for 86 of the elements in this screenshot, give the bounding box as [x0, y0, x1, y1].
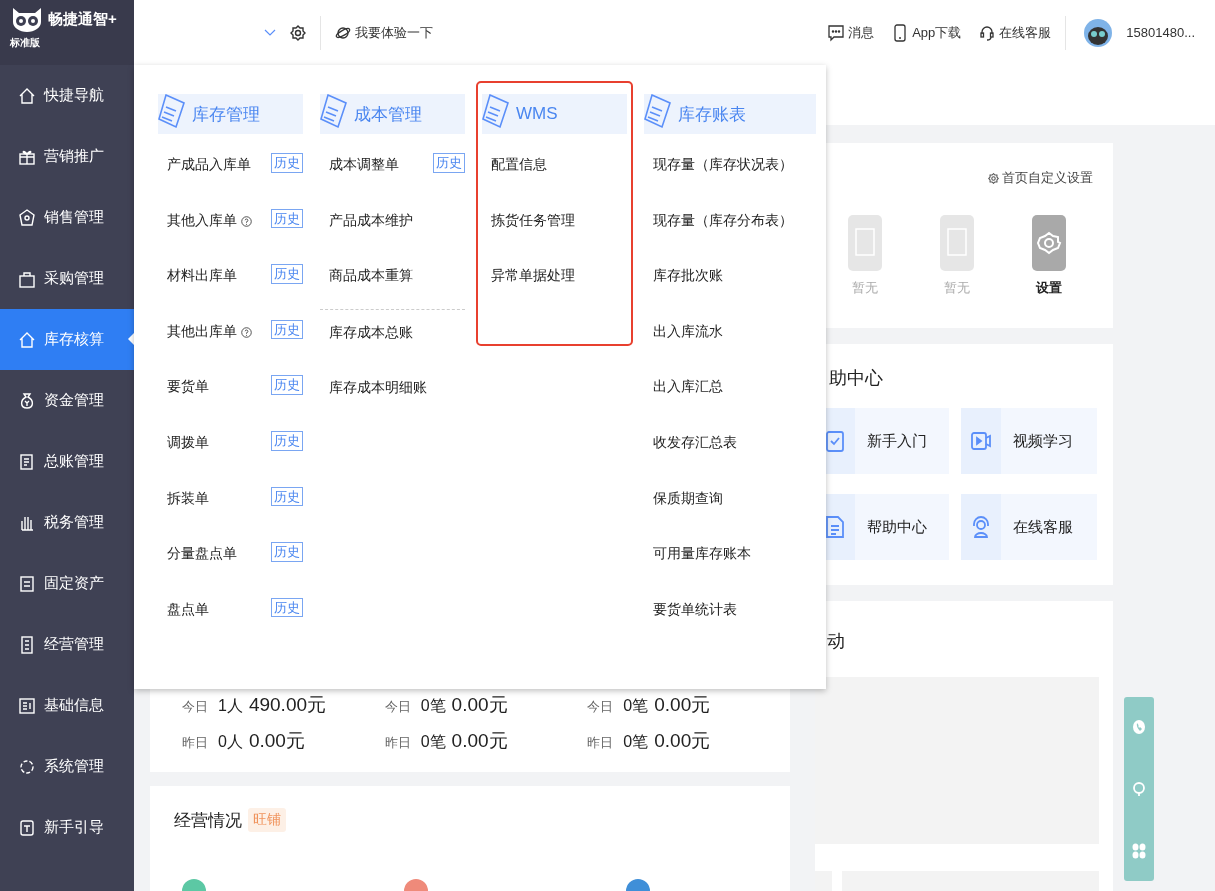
header-link[interactable]: 在线客服	[979, 23, 1052, 42]
menu-group-header: 库存管理	[158, 94, 303, 134]
sidebar-item[interactable]: 营销推广	[0, 126, 134, 187]
menu-item[interactable]: 配置信息	[491, 156, 547, 174]
menu-item[interactable]: 产品成本维护	[329, 211, 413, 230]
shortcut-label[interactable]: 设置	[1036, 279, 1062, 297]
history-badge[interactable]: 历史	[271, 430, 303, 451]
menu-item[interactable]: 产成品入库单	[167, 156, 251, 174]
edition-label: 标准版	[10, 36, 40, 50]
stat-count: 0人	[218, 732, 243, 752]
menu-item[interactable]: 现存量（库存状况表）	[653, 156, 793, 174]
help-tile[interactable]: 在线客服	[961, 494, 1097, 560]
history-badge[interactable]: 历史	[271, 542, 303, 562]
store-tag: 旺铺	[248, 808, 286, 832]
menu-item[interactable]: 库存成本总账	[329, 323, 413, 342]
menu-item[interactable]: 其他出库单	[167, 322, 237, 341]
stat-count: 0笔	[623, 696, 649, 716]
help-tile[interactable]: 视频学习	[961, 408, 1097, 474]
stat-label: 今日	[182, 698, 208, 716]
menu-group-header: 成本管理	[320, 94, 465, 134]
sidebar-item[interactable]: 系统管理	[0, 736, 134, 797]
sidebar-item[interactable]: 资金管理	[0, 370, 134, 431]
sidebar-item[interactable]: 销售管理	[0, 187, 134, 248]
stat-count: 1人	[218, 696, 243, 716]
stat-count: 0笔	[623, 732, 649, 752]
card-title: 经营情况	[174, 809, 242, 832]
menu-item[interactable]: 可用量库存账本	[653, 545, 751, 564]
customize-link[interactable]: 首页自定义设置	[988, 169, 1093, 187]
menu-item[interactable]: 分量盘点单	[167, 545, 237, 564]
history-badge[interactable]: 历史	[271, 375, 303, 395]
history-badge[interactable]: 历史	[271, 486, 303, 507]
menu-item[interactable]: 盘点单	[167, 600, 209, 619]
menu-group-header: 库存账表	[644, 94, 816, 134]
stat-amount: 0.00元	[654, 693, 711, 717]
menu-item[interactable]: 商品成本重算	[329, 267, 413, 286]
sidebar-item[interactable]: 总账管理	[0, 431, 134, 492]
history-badge[interactable]: 历史	[271, 597, 303, 618]
stat-amount: 0.00元	[654, 729, 711, 753]
stat-label: 昨日	[182, 734, 208, 752]
sidebar-item[interactable]: 固定资产	[0, 553, 134, 614]
history-badge[interactable]: 历史	[271, 208, 303, 229]
menu-item[interactable]: 出入库流水	[653, 322, 723, 341]
menu-item[interactable]: 要货单	[167, 378, 209, 397]
history-badge[interactable]: 历史	[271, 153, 303, 173]
history-badge[interactable]: 历史	[271, 264, 303, 284]
card-title: 助中心	[829, 367, 883, 390]
menu-item[interactable]: 要货单统计表	[653, 600, 737, 619]
user-name[interactable]: 15801480...	[1126, 25, 1195, 40]
stat-amount: 0.00元	[248, 729, 305, 753]
menu-item[interactable]: 异常单据处理	[491, 267, 575, 286]
stat-amount: 0.00元	[451, 693, 508, 717]
sidebar-item[interactable]: 新手引导	[0, 797, 134, 858]
header-link[interactable]: App下载	[892, 23, 962, 42]
menu-item[interactable]: 现存量（库存分布表）	[653, 211, 793, 230]
stat-label: 昨日	[587, 734, 614, 752]
brand-name: 畅捷通智+	[48, 9, 117, 29]
sidebar-item[interactable]: 基础信息	[0, 675, 134, 736]
menu-item[interactable]: 拆装单	[167, 489, 209, 508]
menu-item[interactable]: 库存批次账	[653, 267, 723, 286]
stat-label: 昨日	[384, 734, 411, 752]
stat-label: 今日	[384, 698, 411, 716]
menu-item[interactable]: 材料出库单	[167, 267, 237, 286]
menu-group-header: WMS	[482, 94, 627, 134]
menu-item[interactable]: 拣货任务管理	[491, 211, 575, 230]
sidebar-item[interactable]: 税务管理	[0, 492, 134, 553]
history-badge[interactable]: 历史	[433, 153, 465, 173]
menu-item[interactable]: 保质期查询	[653, 489, 723, 508]
stat-count: 0笔	[420, 696, 446, 716]
history-badge[interactable]: 历史	[271, 319, 303, 340]
sidebar-item[interactable]: 快捷导航	[0, 65, 134, 126]
stat-amount: 490.00元	[248, 693, 327, 717]
header-link[interactable]: 消息	[828, 23, 875, 42]
menu-item[interactable]: 调拨单	[167, 433, 209, 452]
menu-item[interactable]: 出入库汇总	[653, 378, 723, 397]
stat-label: 今日	[587, 698, 614, 716]
menu-item[interactable]: 其他入库单	[167, 211, 237, 230]
sidebar-item[interactable]: 库存核算	[0, 309, 134, 370]
menu-item[interactable]: 库存成本明细账	[329, 379, 427, 398]
menu-item[interactable]: 成本调整单	[329, 156, 399, 174]
sidebar-item[interactable]: 采购管理	[0, 248, 134, 309]
stat-amount: 0.00元	[451, 729, 508, 753]
stat-count: 0笔	[420, 732, 446, 752]
menu-item[interactable]: 收发存汇总表	[653, 433, 737, 452]
sidebar-item[interactable]: 经营管理	[0, 614, 134, 675]
card-title: 动	[827, 630, 845, 653]
try-link[interactable]: 我要体验一下	[335, 23, 433, 42]
